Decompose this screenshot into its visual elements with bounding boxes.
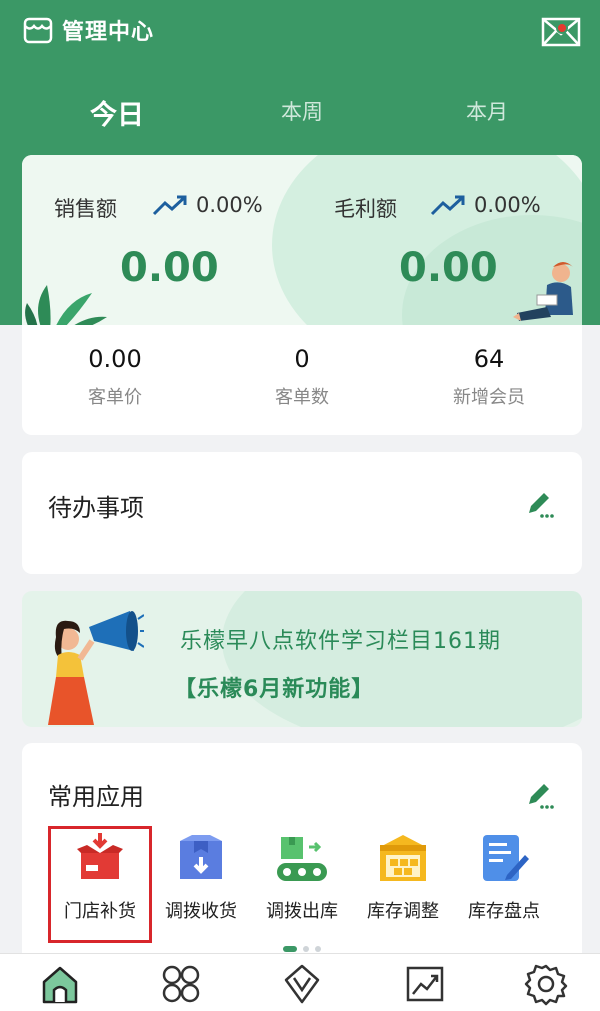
revenue-change: 0.00% xyxy=(196,193,263,217)
revenue-value: 0.00 xyxy=(120,245,219,291)
conveyor-out-icon xyxy=(277,837,327,881)
stat-avg-order: 0.00 客单价 xyxy=(22,345,208,409)
apps-grid-icon[interactable] xyxy=(159,962,203,1006)
page-dot-active xyxy=(283,946,297,952)
app-label: 库存调整 xyxy=(367,901,439,922)
common-apps-card: 常用应用 门店补货 调拨收货 调拨出库 库存调整 库存盘点 xyxy=(22,743,582,963)
person-illustration xyxy=(513,262,573,321)
edit-icon[interactable] xyxy=(524,779,556,811)
app-transfer-receive[interactable]: 调拨收货 xyxy=(149,831,253,923)
bottom-tab-bar xyxy=(0,953,600,1011)
stat-label: 客单价 xyxy=(88,387,142,408)
page-indicator xyxy=(22,946,582,952)
profit-trend: 0.00% xyxy=(430,193,541,217)
header-brand: 管理中心 xyxy=(22,14,154,46)
banner-subtitle: 【乐檬6月新功能】 xyxy=(174,677,375,702)
tab-today[interactable]: 今日 xyxy=(57,93,177,132)
revenue-label: 销售额 xyxy=(54,197,117,221)
sales-summary-card: 销售额 0.00% 0.00 毛利额 0.00% 0.00 0.00 客单价 0… xyxy=(22,155,582,435)
store-icon xyxy=(23,17,53,44)
box-receive-icon xyxy=(180,835,222,879)
home-icon[interactable] xyxy=(38,962,82,1006)
trend-up-icon xyxy=(430,195,465,216)
tab-month[interactable]: 本月 xyxy=(427,96,547,126)
leaves-illustration xyxy=(25,285,107,325)
stat-new-members: 64 新增会员 xyxy=(396,345,582,409)
period-tabs: 今日 本周 本月 xyxy=(0,96,600,136)
diamond-icon[interactable] xyxy=(280,962,324,1006)
chart-icon[interactable] xyxy=(403,962,447,1006)
page-dot xyxy=(303,946,309,952)
app-label: 调拨收货 xyxy=(165,901,237,922)
sales-metrics: 销售额 0.00% 0.00 毛利额 0.00% 0.00 xyxy=(22,155,582,325)
todo-title: 待办事项 xyxy=(48,494,144,522)
trend-up-icon xyxy=(152,195,187,216)
stat-value: 0 xyxy=(294,345,310,373)
app-stock-count[interactable]: 库存盘点 xyxy=(452,831,556,923)
stat-value: 0.00 xyxy=(88,345,142,373)
app-stock-adjust[interactable]: 库存调整 xyxy=(351,831,455,923)
warehouse-adjust-icon xyxy=(380,835,426,881)
profit-label: 毛利额 xyxy=(334,197,397,221)
edit-icon[interactable] xyxy=(524,488,556,520)
app-transfer-out[interactable]: 调拨出库 xyxy=(250,831,354,923)
app-highlight-frame xyxy=(48,826,152,943)
todo-card[interactable]: 待办事项 xyxy=(22,452,582,574)
notification-badge xyxy=(556,22,568,34)
promo-banner[interactable]: 乐檬早八点软件学习栏目161期 【乐檬6月新功能】 xyxy=(22,591,582,727)
page-dot xyxy=(315,946,321,952)
banner-title: 乐檬早八点软件学习栏目161期 xyxy=(180,629,501,654)
sales-stats: 0.00 客单价 0 客单数 64 新增会员 xyxy=(22,325,582,435)
inventory-check-icon xyxy=(483,835,529,881)
stat-label: 客单数 xyxy=(275,387,329,408)
profit-value: 0.00 xyxy=(399,245,498,291)
stat-value: 64 xyxy=(473,345,505,373)
settings-icon[interactable] xyxy=(524,962,568,1006)
revenue-trend: 0.00% xyxy=(152,193,263,217)
tab-week[interactable]: 本周 xyxy=(242,96,362,126)
profit-change: 0.00% xyxy=(474,193,541,217)
stat-order-count: 0 客单数 xyxy=(209,345,395,409)
page-title: 管理中心 xyxy=(62,20,155,45)
apps-title: 常用应用 xyxy=(48,783,144,811)
megaphone-girl-illustration xyxy=(48,611,144,725)
stat-label: 新增会员 xyxy=(453,387,525,408)
app-label: 调拨出库 xyxy=(266,901,338,922)
app-label: 库存盘点 xyxy=(468,901,540,922)
mail-button[interactable] xyxy=(540,14,582,48)
